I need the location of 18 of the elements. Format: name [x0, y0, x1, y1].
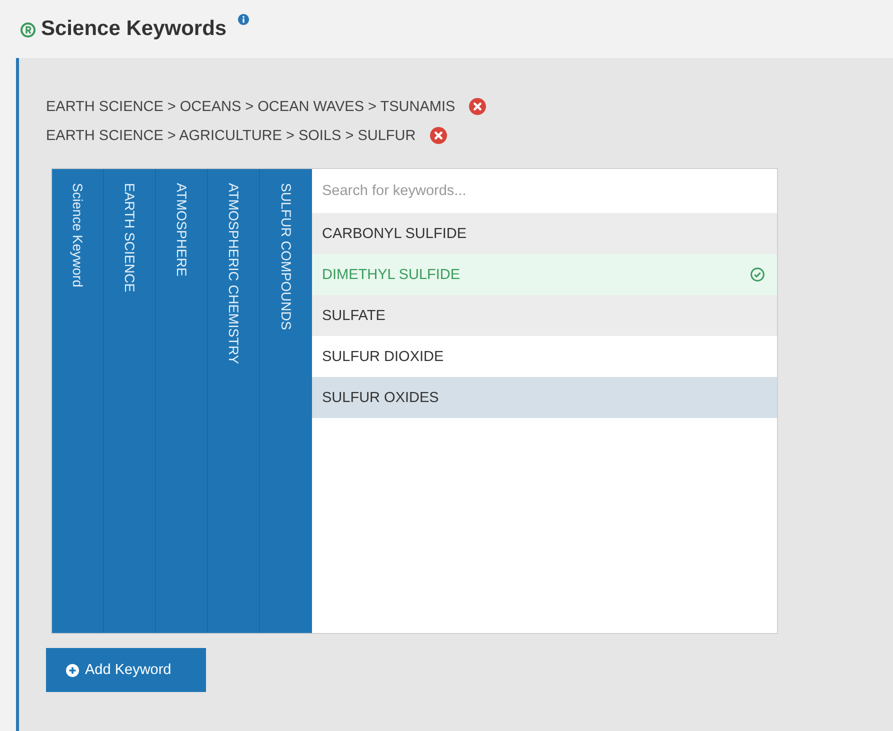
keyword-option[interactable]: SULFATE	[312, 295, 777, 336]
keyword-path: EARTH SCIENCE > AGRICULTURE > SOILS > SULFUR	[46, 128, 416, 144]
keyword-level-column[interactable]: Science Keyword	[52, 169, 104, 633]
plus-icon	[66, 664, 79, 676]
section-title: Science Keywords	[41, 17, 227, 41]
add-keyword-button[interactable]: Add Keyword	[46, 648, 206, 692]
info-icon[interactable]	[238, 14, 249, 25]
keyword-level-column[interactable]: ATMOSPHERE	[156, 169, 208, 633]
keyword-path: EARTH SCIENCE > OCEANS > OCEAN WAVES > TSUNAMIS	[46, 98, 456, 114]
check-icon	[750, 267, 765, 282]
keyword-option[interactable]: DIMETHYL SULFIDE	[312, 254, 777, 295]
keyword-level-column[interactable]: ATMOSPHERIC CHEMISTRY	[208, 169, 260, 633]
keyword-level-column[interactable]: SULFUR COMPOUNDS	[260, 169, 312, 633]
keyword-level-column[interactable]: EARTH SCIENCE	[104, 169, 156, 633]
remove-icon[interactable]	[430, 127, 447, 144]
remove-icon[interactable]	[469, 98, 486, 115]
keyword-option[interactable]: SULFUR OXIDES	[312, 377, 777, 418]
keyword-option[interactable]: CARBONYL SULFIDE	[312, 213, 777, 254]
